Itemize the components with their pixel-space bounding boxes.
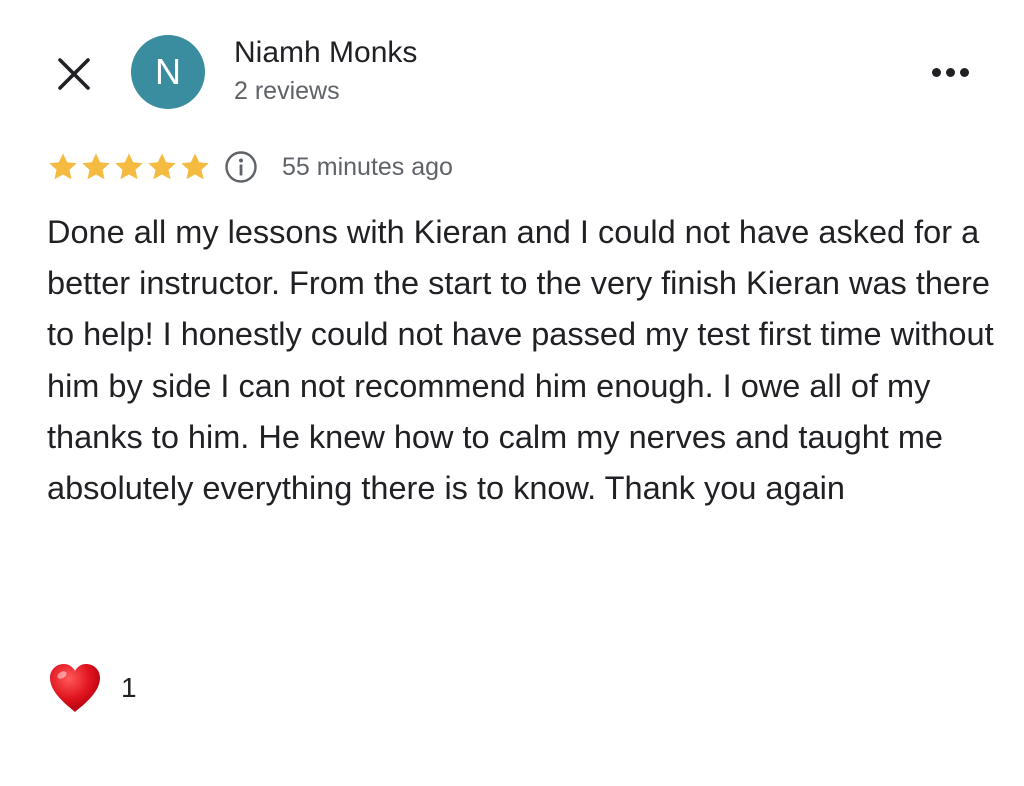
star-icon: [181, 153, 209, 180]
review-text: Done all my lessons with Kieran and I co…: [47, 214, 994, 507]
close-icon: [58, 58, 90, 90]
reviewer-reviews-count: 2 reviews: [234, 77, 340, 105]
star-rating: [47, 151, 211, 183]
more-options-button[interactable]: [922, 52, 978, 92]
heart-icon: [50, 664, 100, 712]
star-icon: [82, 153, 110, 180]
avatar[interactable]: N: [131, 35, 205, 109]
close-button[interactable]: [52, 52, 96, 96]
reaction-button[interactable]: 1: [47, 660, 137, 716]
reaction-count: 1: [121, 672, 137, 703]
review-card: N Niamh Monks 2 reviews 55 minutes ago D…: [0, 0, 1024, 786]
star-icon: [148, 153, 176, 180]
info-icon[interactable]: [224, 150, 258, 184]
star-icon: [115, 153, 143, 180]
star-icon: [49, 153, 77, 180]
more-options-icon: [931, 67, 941, 77]
review-time: 55 minutes ago: [282, 152, 453, 181]
rating-row: 55 minutes ago: [47, 146, 453, 188]
avatar-letter: N: [155, 51, 181, 92]
reviewer-name[interactable]: Niamh Monks: [234, 36, 417, 70]
